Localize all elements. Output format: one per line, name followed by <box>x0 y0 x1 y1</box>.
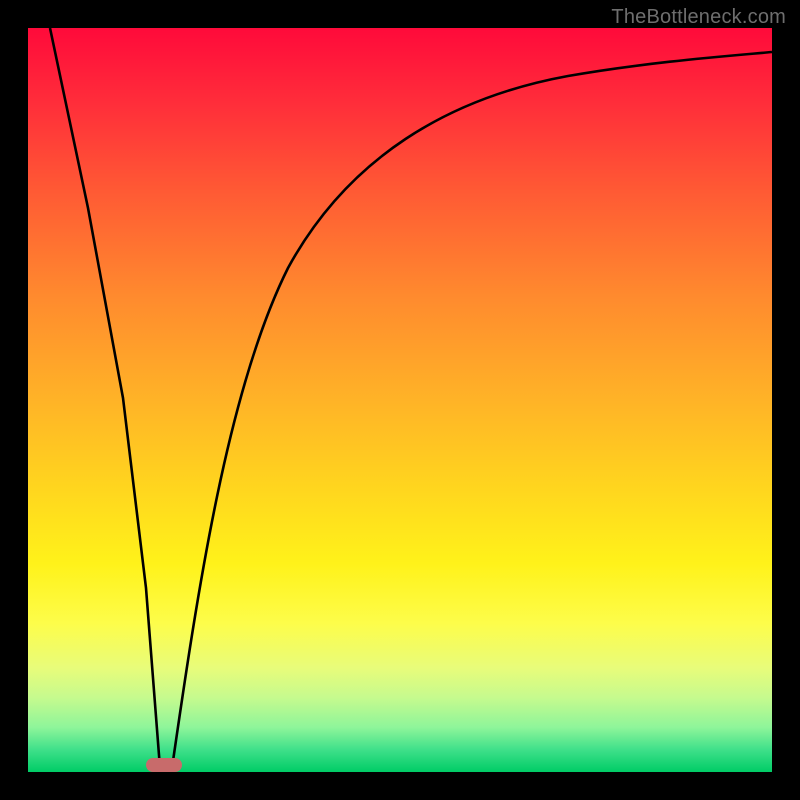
chart-container: TheBottleneck.com <box>0 0 800 800</box>
curve-right <box>172 52 772 768</box>
bottleneck-curve <box>28 28 772 772</box>
curve-left <box>50 28 160 768</box>
plot-area <box>28 28 772 772</box>
watermark-text: TheBottleneck.com <box>611 6 786 29</box>
min-marker <box>146 758 182 772</box>
